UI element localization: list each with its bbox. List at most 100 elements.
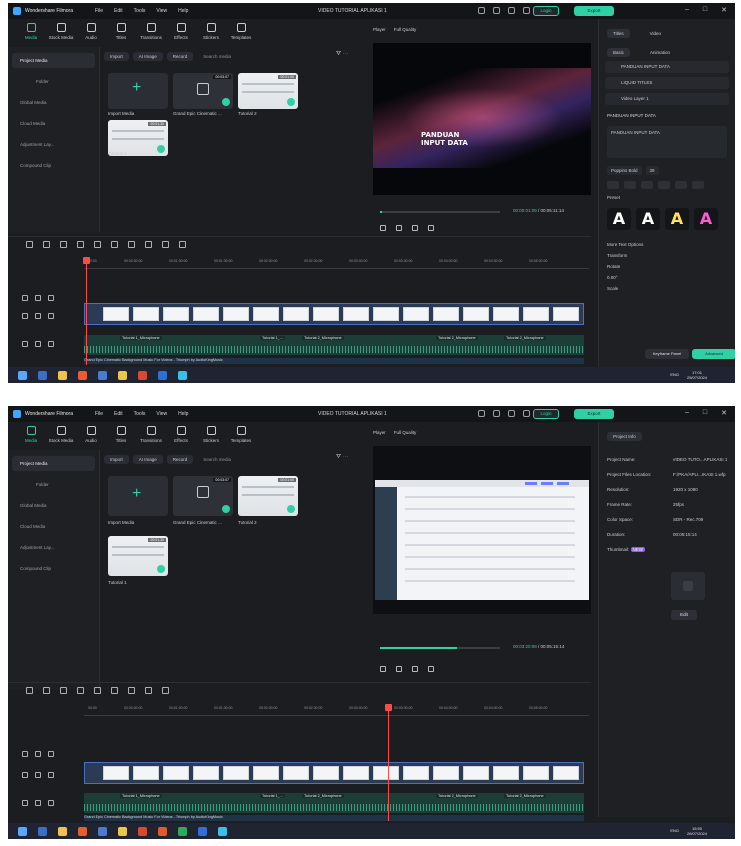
layout-icon[interactable]	[493, 410, 500, 417]
eye-icon[interactable]	[48, 313, 54, 319]
redo-icon[interactable]	[77, 241, 84, 248]
filmora-taskbar-icon[interactable]	[218, 826, 227, 836]
ai-image-button[interactable]: AI Image	[132, 51, 163, 61]
keyframe-panel-button[interactable]: Keyframe Panel	[645, 349, 689, 359]
prev-frame-icon[interactable]	[380, 666, 386, 672]
timeline-ruler[interactable]: 00:00 00:00:30:00 00:01:00:00 00:01:30:0…	[84, 257, 589, 269]
playback-scrubber[interactable]	[380, 647, 500, 649]
eye-icon[interactable]	[48, 772, 54, 778]
chrome-icon[interactable]	[118, 370, 127, 380]
select-icon[interactable]	[43, 241, 50, 248]
tool-media[interactable]: Media	[16, 19, 46, 47]
office-icon[interactable]	[158, 826, 167, 836]
preview-viewer[interactable]: PANDUAN INPUT DATA	[373, 43, 591, 195]
font-select[interactable]: Poppins Bold	[607, 166, 642, 175]
menu-file[interactable]: File	[95, 411, 103, 417]
tool-transitions[interactable]: Transitions	[136, 19, 166, 47]
menu-edit[interactable]: Edit	[114, 411, 123, 417]
next-frame-icon[interactable]	[412, 225, 418, 231]
align-right-icon[interactable]	[692, 181, 704, 189]
lock-icon[interactable]	[35, 313, 41, 319]
music-track[interactable]: Grand Epic Cinematic Background Music Fo…	[84, 815, 584, 821]
import-button[interactable]: Import	[104, 454, 129, 464]
edit-thumbnail-button[interactable]: Edit	[671, 610, 697, 620]
transform-label[interactable]: Transform	[599, 247, 735, 258]
playhead-handle[interactable]	[385, 704, 392, 711]
opera-icon[interactable]	[138, 370, 147, 380]
import-media-tile[interactable]: +	[108, 476, 168, 516]
playback-scrubber[interactable]	[380, 211, 500, 213]
menu-help[interactable]: Help	[178, 8, 188, 14]
ai-image-button[interactable]: AI Image	[132, 454, 163, 464]
next-frame-icon[interactable]	[412, 666, 418, 672]
media-tile-music[interactable]: 00:03:07	[173, 73, 233, 109]
media-tile-tutorial-2[interactable]: 00:01:00	[238, 73, 298, 109]
record-button[interactable]: Record	[166, 51, 194, 61]
speaker-icon[interactable]	[48, 341, 54, 347]
split-icon[interactable]	[128, 241, 135, 248]
monitor-icon[interactable]	[478, 410, 485, 417]
media-tile-music[interactable]: 00:03:07	[173, 476, 233, 516]
sidebar-item-folder[interactable]: Folder	[12, 477, 95, 492]
filmora-taskbar-icon[interactable]	[178, 370, 187, 380]
audio-track[interactable]: Tutorial 1_Microphone Tutorial 1_... Tut…	[84, 793, 584, 813]
eye-icon[interactable]	[48, 295, 54, 301]
tool-stock-media[interactable]: Stock Media	[46, 19, 76, 47]
bold-icon[interactable]	[607, 181, 619, 189]
sidebar-item-compound-clip[interactable]: Compound Clip	[12, 158, 95, 173]
minimize-button[interactable]: –	[685, 6, 689, 14]
sidebar-item-project-media[interactable]: Project Media	[12, 456, 95, 471]
sidebar-item-compound-clip[interactable]: Compound Clip	[12, 561, 95, 576]
text-icon[interactable]	[145, 687, 152, 694]
headset-icon[interactable]	[523, 410, 530, 417]
timeline-ruler[interactable]: 00:00 00:00:30:00 00:01:00:00 00:01:30:0…	[84, 704, 589, 716]
italic-icon[interactable]	[624, 181, 636, 189]
tool-titles[interactable]: Titles	[106, 19, 136, 47]
preset-white[interactable]: A	[607, 208, 631, 230]
file-explorer-icon[interactable]	[58, 370, 67, 380]
stop-icon[interactable]	[428, 666, 434, 672]
export-button[interactable]: Export	[574, 6, 614, 16]
mail-icon[interactable]	[98, 370, 107, 380]
rotate-value[interactable]: 0.00°	[599, 269, 735, 280]
lock-icon[interactable]	[35, 772, 41, 778]
menu-view[interactable]: View	[156, 8, 167, 14]
word-icon[interactable]	[198, 826, 207, 836]
maximize-button[interactable]: □	[703, 6, 707, 14]
lock-icon[interactable]	[35, 751, 41, 757]
media-tile-tutorial-1[interactable]: 00:01:30	[108, 536, 168, 576]
tool-templates[interactable]: Templates	[226, 19, 256, 47]
import-media-tile[interactable]: +	[108, 73, 168, 109]
redo-icon[interactable]	[77, 687, 84, 694]
advanced-button[interactable]: Advanced	[692, 349, 735, 359]
login-button[interactable]: Login	[533, 409, 559, 419]
cloud-icon[interactable]	[508, 410, 515, 417]
windows-start-icon[interactable]	[18, 370, 27, 380]
music-track[interactable]: Grand Epic Cinematic Background Music Fo…	[84, 358, 584, 364]
speaker-icon[interactable]	[48, 800, 54, 806]
windows-start-icon[interactable]	[18, 826, 27, 836]
tab-project-info[interactable]: Project Info	[607, 432, 642, 441]
tool-templates[interactable]: Templates	[226, 422, 256, 450]
monitor-icon[interactable]	[478, 7, 485, 14]
playhead[interactable]	[83, 257, 90, 365]
export-button[interactable]: Export	[574, 409, 614, 419]
media-tile-tutorial-2[interactable]: 00:01:00	[238, 476, 298, 516]
sidebar-item-global-media[interactable]: Global Media	[12, 498, 95, 513]
title-layer-item[interactable]: LIQUID TITLES	[605, 77, 729, 89]
title-layer-item[interactable]: Video Layer 1	[605, 93, 729, 105]
video-track[interactable]	[84, 303, 584, 325]
menu-tools[interactable]: Tools	[134, 411, 146, 417]
search-icon[interactable]	[38, 826, 47, 836]
tool-audio[interactable]: Audio	[76, 19, 106, 47]
menu-edit[interactable]: Edit	[114, 8, 123, 14]
underline-icon[interactable]	[641, 181, 653, 189]
search-input[interactable]: Search media	[203, 457, 231, 462]
menu-file[interactable]: File	[95, 8, 103, 14]
cloud-icon[interactable]	[508, 7, 515, 14]
tool-stock-media[interactable]: Stock Media	[46, 422, 76, 450]
search-icon[interactable]	[38, 370, 47, 380]
select-icon[interactable]	[43, 687, 50, 694]
split-icon[interactable]	[128, 687, 135, 694]
cut-icon[interactable]	[111, 687, 118, 694]
